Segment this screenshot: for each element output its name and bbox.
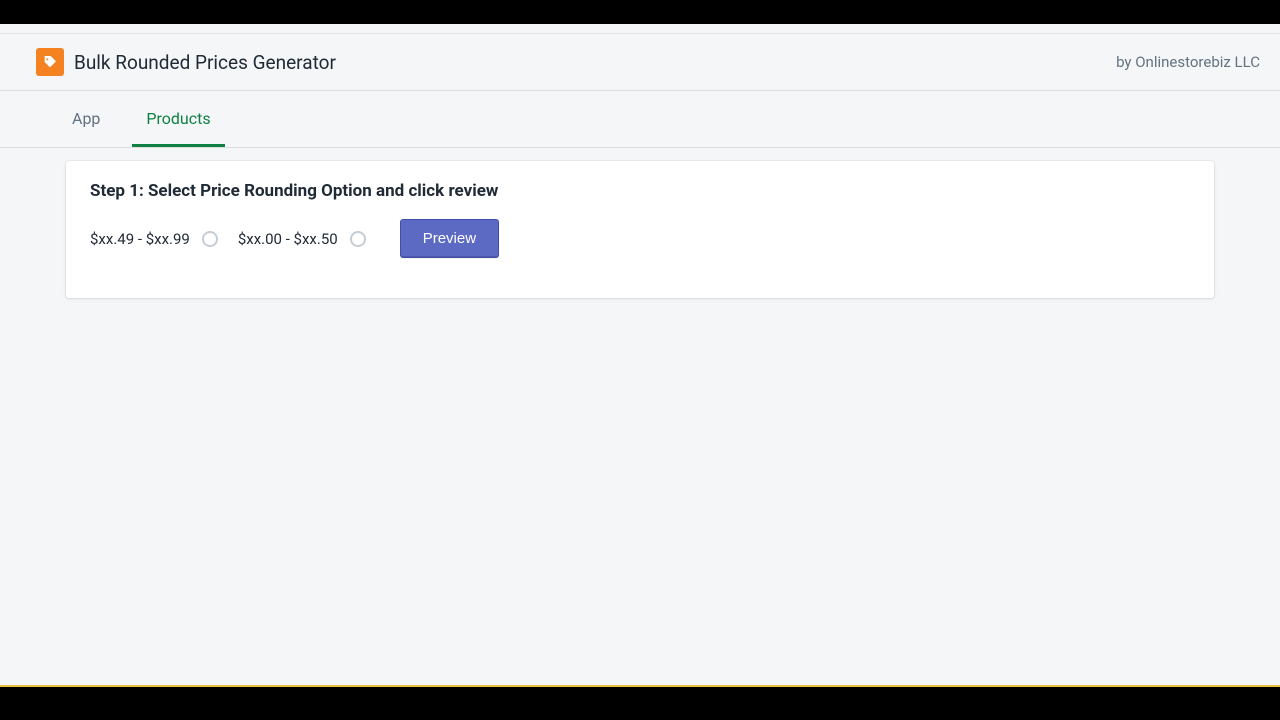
option-1-radio[interactable] [202,231,218,247]
main-content: Step 1: Select Price Rounding Option and… [0,148,1280,298]
top-black-bar [0,0,1280,24]
app-title: Bulk Rounded Prices Generator [74,51,336,74]
app-tag-icon [36,48,64,76]
tab-products[interactable]: Products [132,91,224,147]
thin-divider [0,24,1280,34]
tab-app[interactable]: App [58,91,114,147]
option-1-label: $xx.49 - $xx.99 [90,230,190,248]
bottom-black-bar [0,687,1280,720]
options-row: $xx.49 - $xx.99 $xx.00 - $xx.50 Preview [90,219,1190,258]
header-left: Bulk Rounded Prices Generator [36,48,336,76]
option-2-label: $xx.00 - $xx.50 [238,230,338,248]
app-header: Bulk Rounded Prices Generator by Onlines… [0,34,1280,91]
preview-button[interactable]: Preview [400,219,499,258]
tabs-bar: App Products [0,91,1280,148]
step-card: Step 1: Select Price Rounding Option and… [66,161,1214,298]
step-title: Step 1: Select Price Rounding Option and… [90,181,1190,201]
app-byline: by Onlinestorebiz LLC [1116,53,1260,71]
option-2-radio[interactable] [350,231,366,247]
